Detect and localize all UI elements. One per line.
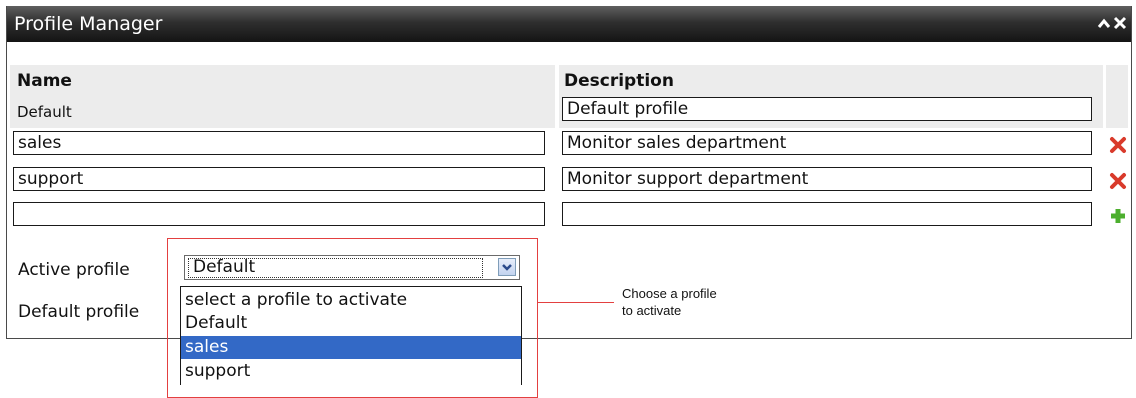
window-title: Profile Manager xyxy=(14,13,163,35)
callout-text: Choose a profile to activate xyxy=(622,285,717,319)
new-profile-description-field[interactable] xyxy=(562,202,1092,226)
profile-name-field[interactable] xyxy=(13,131,545,155)
delete-x-icon[interactable] xyxy=(1108,171,1128,191)
close-icon[interactable] xyxy=(1113,12,1127,38)
default-profile-label: Default profile xyxy=(18,302,140,322)
new-profile-name-field[interactable] xyxy=(13,202,545,226)
callout-line-1: Choose a profile xyxy=(622,286,717,301)
column-header-description: Description xyxy=(564,71,674,91)
default-description-field[interactable] xyxy=(562,97,1092,121)
callout-highlight-box xyxy=(167,238,538,398)
active-profile-label: Active profile xyxy=(18,260,130,280)
delete-x-icon[interactable] xyxy=(1108,135,1128,155)
profile-description-field[interactable] xyxy=(562,167,1092,191)
profile-description-field[interactable] xyxy=(562,131,1092,155)
default-row-action-cell xyxy=(1106,93,1128,128)
callout-connector xyxy=(538,302,614,303)
add-plus-icon[interactable] xyxy=(1108,206,1128,226)
column-header-name: Name xyxy=(17,71,72,91)
profile-name-field[interactable] xyxy=(13,167,545,191)
chevron-up-icon[interactable] xyxy=(1097,12,1111,38)
titlebar: Profile Manager xyxy=(7,6,1131,42)
default-row-name-cell xyxy=(10,93,555,128)
callout-line-2: to activate xyxy=(622,303,682,318)
default-profile-name: Default xyxy=(17,103,72,121)
